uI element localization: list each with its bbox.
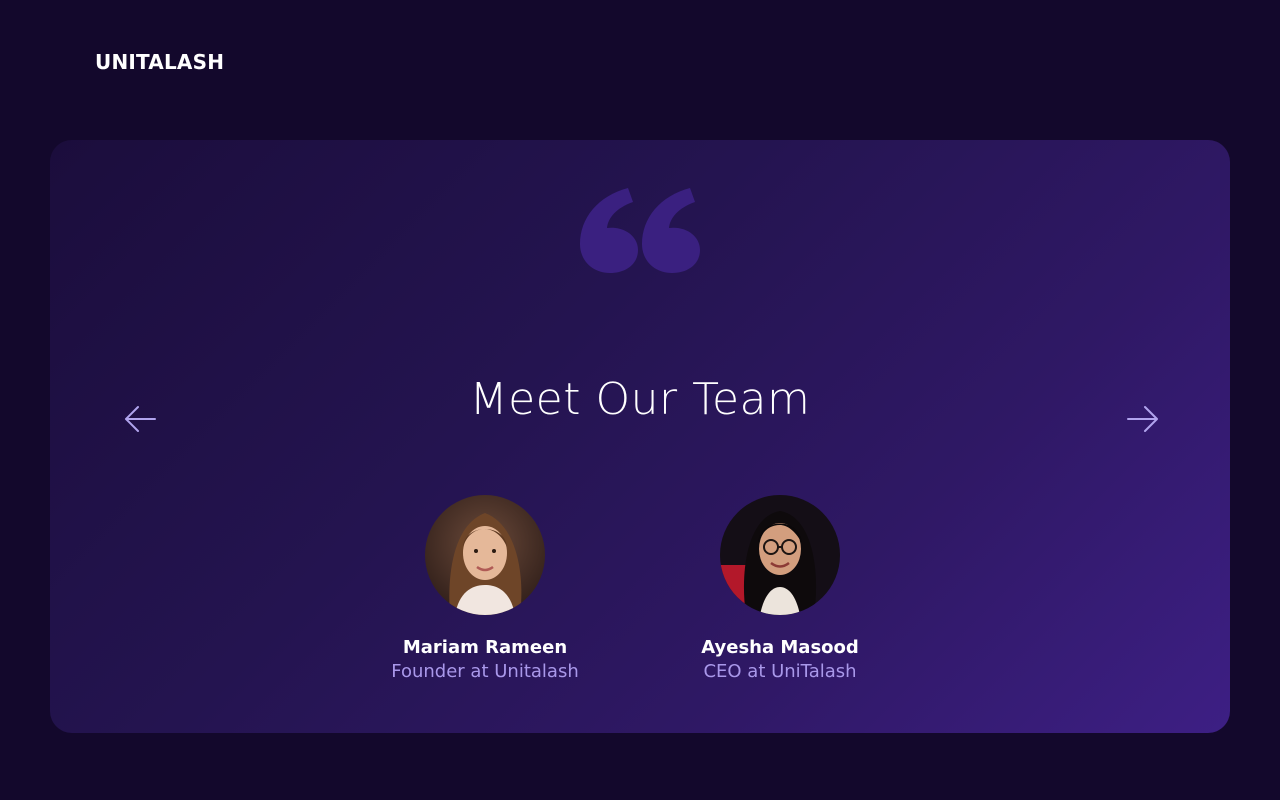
next-button[interactable] [1126, 404, 1160, 434]
quote-icon [580, 188, 700, 273]
team-member: Mariam Rameen Founder at Unitalash [355, 495, 615, 682]
team-member: Ayesha Masood CEO at UniTalash [650, 495, 910, 682]
team-card: Meet Our Team Mariam Rameen Founder at U… [50, 140, 1230, 733]
avatar [425, 495, 545, 615]
arrow-left-icon [125, 406, 156, 432]
avatar [720, 495, 840, 615]
member-role: Founder at Unitalash [391, 661, 579, 682]
page: UNITALASH Meet Our Team Mariam Rameen Fo… [0, 0, 1280, 800]
arrow-right-icon [1127, 406, 1158, 432]
section-title: Meet Our Team [469, 374, 811, 425]
prev-button[interactable] [123, 404, 157, 434]
member-role: CEO at UniTalash [703, 661, 857, 682]
member-name: Mariam Rameen [402, 637, 568, 658]
brand-logo[interactable]: UNITALASH [95, 50, 224, 74]
member-name: Ayesha Masood [701, 637, 859, 658]
